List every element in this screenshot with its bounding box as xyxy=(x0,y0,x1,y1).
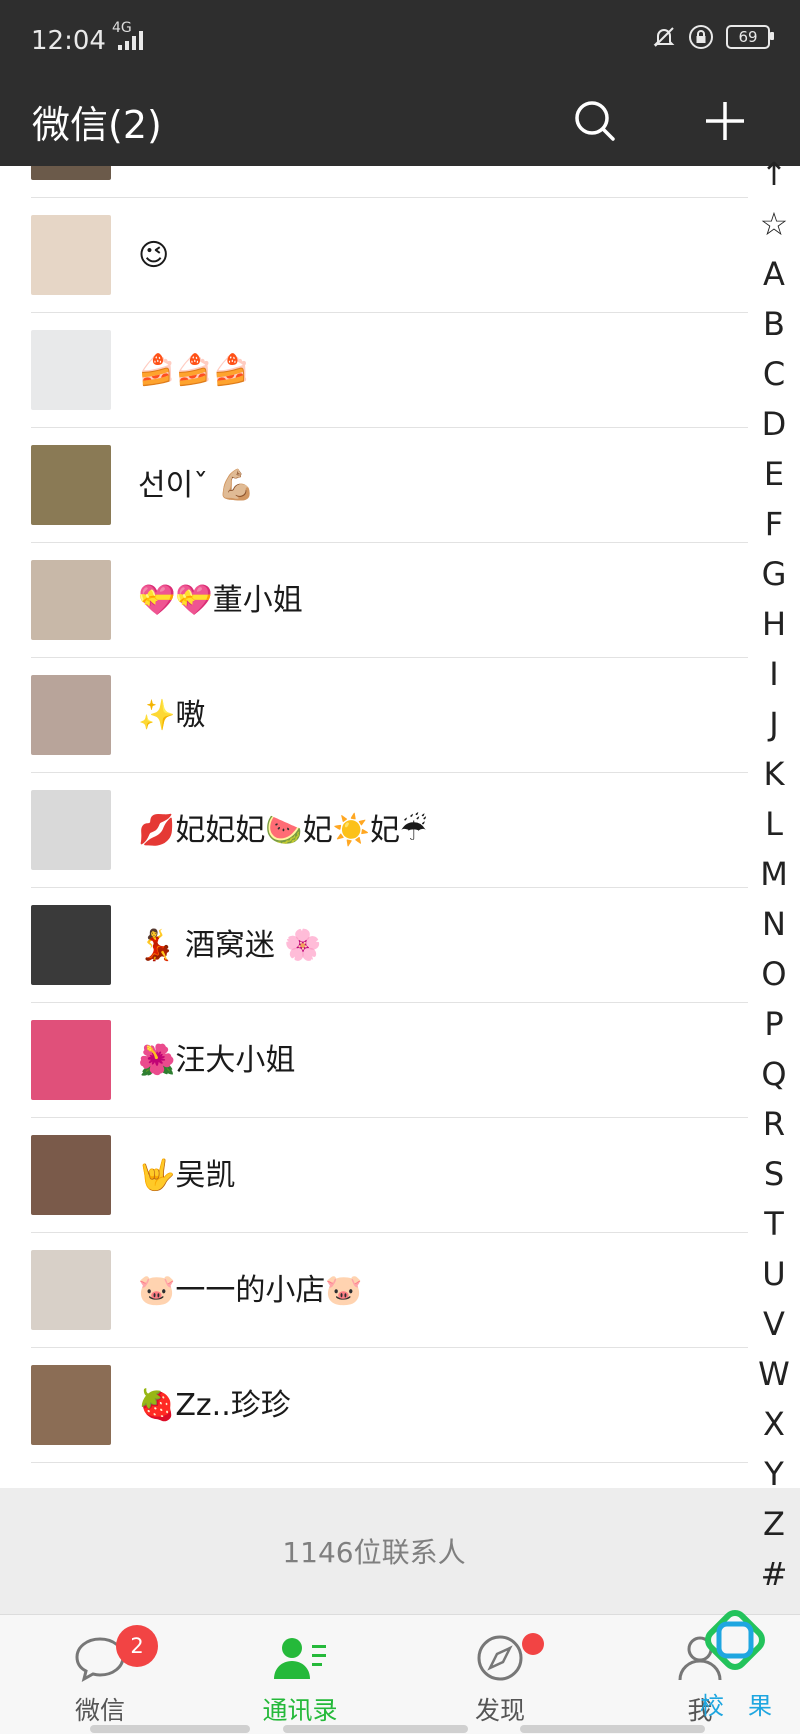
index-letter[interactable]: P xyxy=(748,1004,800,1044)
index-letter[interactable]: # xyxy=(748,1554,800,1594)
contact-name: 🌺汪大小姐 xyxy=(138,1043,296,1078)
watermark-text: 校果 xyxy=(700,1692,796,1720)
index-letter[interactable]: F xyxy=(748,504,800,544)
tab-label: 发现 xyxy=(474,1696,525,1725)
contact-row[interactable]: 선이ˇ 💪🏼 xyxy=(0,428,748,543)
index-letter[interactable]: Y xyxy=(748,1454,800,1494)
index-letter[interactable]: U xyxy=(748,1254,800,1294)
status-time: 12:04 xyxy=(31,26,106,56)
compass-icon xyxy=(477,1635,523,1681)
avatar xyxy=(31,1250,111,1330)
avatar xyxy=(31,215,111,295)
contact-name: 🐷一一的小店🐷 xyxy=(138,1273,363,1308)
contact-name: 🍓Zz..珍珍 xyxy=(138,1388,291,1423)
index-letter[interactable]: T xyxy=(748,1204,800,1244)
divider xyxy=(31,1462,748,1463)
gesture-bar xyxy=(520,1725,705,1733)
index-letter[interactable]: K xyxy=(748,754,800,794)
contacts-icon xyxy=(274,1638,326,1679)
gesture-bar xyxy=(90,1725,250,1733)
index-letter[interactable]: B xyxy=(748,304,800,344)
avatar xyxy=(31,445,111,525)
unread-badge: 2 xyxy=(116,1625,158,1667)
contact-list[interactable]: 🍍 😉 🍰🍰🍰 선이ˇ 💪🏼 💝💝董小姐 ✨嗷 💋妃妃妃🍉妃☀️妃☔ 💃 酒窝迷… xyxy=(0,166,748,1488)
contact-name: 💃 酒窝迷 🌸 xyxy=(138,928,322,963)
index-letter[interactable]: C xyxy=(748,354,800,394)
contact-row[interactable]: 🤟吴凯 xyxy=(0,1118,748,1233)
contact-row[interactable]: 😉 xyxy=(0,198,748,313)
contact-row[interactable]: ✨嗷 xyxy=(0,658,748,773)
bell-muted-icon xyxy=(653,27,675,47)
contact-row[interactable]: 🍰🍰🍰 xyxy=(0,313,748,428)
search-icon[interactable] xyxy=(570,96,620,146)
contact-name: 😉 xyxy=(138,238,170,273)
avatar xyxy=(31,1020,111,1100)
index-letter[interactable]: W xyxy=(748,1354,800,1394)
index-letter[interactable]: ↑ xyxy=(748,154,800,194)
avatar xyxy=(31,330,111,410)
contact-row[interactable]: 🐷一一的小店🐷 xyxy=(0,1233,748,1348)
tab-contacts[interactable]: 通讯录 xyxy=(200,1615,400,1734)
add-icon[interactable] xyxy=(700,96,750,146)
contact-row[interactable]: 💝💝董小姐 xyxy=(0,543,748,658)
index-letter[interactable]: Z xyxy=(748,1504,800,1544)
tab-label: 微信 xyxy=(74,1696,125,1725)
contact-name: 💋妃妃妃🍉妃☀️妃☔ xyxy=(138,813,427,848)
avatar xyxy=(31,1365,111,1445)
index-letter[interactable]: I xyxy=(748,654,800,694)
tab-label: 通讯录 xyxy=(262,1696,338,1725)
index-letter[interactable]: V xyxy=(748,1304,800,1344)
index-letter[interactable]: S xyxy=(748,1154,800,1194)
avatar xyxy=(31,560,111,640)
contact-row[interactable]: 🍓Zz..珍珍 xyxy=(0,1348,748,1463)
gesture-bar xyxy=(283,1725,468,1733)
app-bar: 微信(2) xyxy=(0,84,800,166)
index-letter[interactable]: N xyxy=(748,904,800,944)
watermark-logo-icon xyxy=(705,1610,765,1670)
index-letter[interactable]: H xyxy=(748,604,800,644)
avatar xyxy=(31,166,111,180)
index-letter[interactable]: L xyxy=(748,804,800,844)
alphabet-index[interactable]: ↑ ☆ A B C D E F G H I J K L M N O P Q R S T U V W X Y Z # xyxy=(748,155,800,1614)
index-letter[interactable]: O xyxy=(748,954,800,994)
index-letter[interactable]: X xyxy=(748,1404,800,1444)
index-letter[interactable]: G xyxy=(748,554,800,594)
contact-count: 1146位联系人 xyxy=(0,1488,748,1614)
contact-name: 🤟吴凯 xyxy=(138,1158,236,1193)
avatar xyxy=(31,1135,111,1215)
index-letter[interactable]: J xyxy=(748,704,800,744)
battery-icon: 69 xyxy=(726,25,774,49)
avatar xyxy=(31,675,111,755)
app-title: 微信(2) xyxy=(32,103,162,147)
contact-row[interactable]: 💃 酒窝迷 🌸 xyxy=(0,888,748,1003)
index-letter[interactable]: D xyxy=(748,404,800,444)
contact-name: 선이ˇ 💪🏼 xyxy=(138,468,256,503)
index-letter[interactable]: ☆ xyxy=(748,204,800,244)
index-letter[interactable]: A xyxy=(748,254,800,294)
index-letter[interactable]: M xyxy=(748,854,800,894)
contact-name: ✨嗷 xyxy=(138,698,206,733)
contact-row[interactable]: 🌺汪大小姐 xyxy=(0,1003,748,1118)
avatar xyxy=(31,790,111,870)
index-letter[interactable]: E xyxy=(748,454,800,494)
index-letter[interactable]: Q xyxy=(748,1054,800,1094)
contact-row[interactable]: 🍍 xyxy=(0,166,748,198)
contact-name: 🍍 xyxy=(138,166,175,198)
rotation-lock-icon xyxy=(689,25,713,49)
tab-discover[interactable]: 发现 xyxy=(400,1615,600,1734)
tab-bar: 2 微信 通讯录 发现 我 xyxy=(0,1614,800,1734)
status-bar: 12:04 4G 69 xyxy=(0,0,800,84)
contact-name: 🍰🍰🍰 xyxy=(138,353,251,388)
contact-row[interactable]: 💋妃妃妃🍉妃☀️妃☔ xyxy=(0,773,748,888)
contact-name: 💝💝董小姐 xyxy=(138,583,303,618)
signal-icon xyxy=(118,30,143,50)
index-letter[interactable]: R xyxy=(748,1104,800,1144)
battery-level: 69 xyxy=(738,28,758,46)
tab-chats[interactable]: 2 微信 xyxy=(0,1615,200,1734)
avatar xyxy=(31,905,111,985)
new-dot xyxy=(522,1633,544,1655)
